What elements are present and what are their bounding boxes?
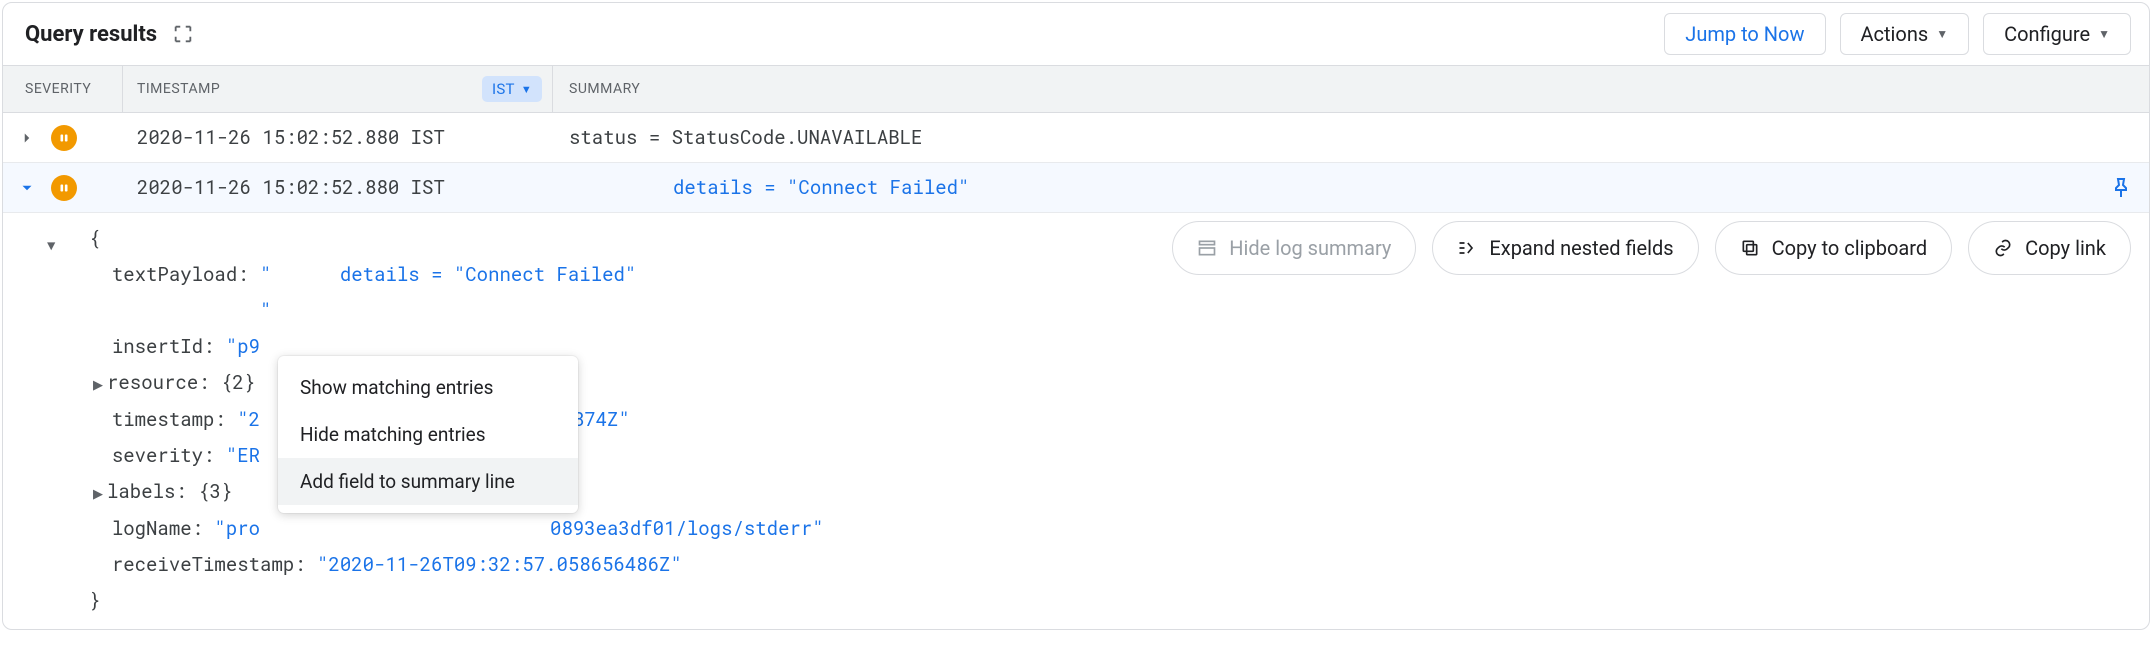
panel-title: Query results [25,22,157,47]
copy-to-clipboard-button[interactable]: Copy to clipboard [1715,221,1953,275]
chevron-down-icon: ▼ [1936,27,1948,41]
ctx-show-matching[interactable]: Show matching entries [278,364,578,411]
ctx-hide-matching[interactable]: Hide matching entries [278,411,578,458]
chevron-down-icon: ▼ [2098,27,2110,41]
col-header-severity: SEVERITY [3,66,123,112]
actions-button[interactable]: Actions▼ [1840,13,1970,55]
col-header-timestamp: TIMESTAMP IST▼ [123,66,553,112]
json-field-receiveTimestamp[interactable]: receiveTimestamp: "2020-11-26T09:32:57.0… [89,547,2149,583]
json-brace-close: } [89,583,2149,619]
topbar: Query results Jump to Now Actions▼ Confi… [3,3,2149,65]
detail-actions: Hide log summary Expand nested fields Co… [1172,221,2131,275]
chevron-down-icon: ▼ [521,83,532,96]
collapse-json-icon[interactable]: ▼ [47,227,55,263]
timezone-chip[interactable]: IST▼ [482,76,542,102]
context-menu: Show matching entries Hide matching entr… [278,356,578,513]
pin-icon[interactable] [2093,176,2149,200]
jump-to-now-button[interactable]: Jump to Now [1664,13,1825,55]
query-results-panel: Query results Jump to Now Actions▼ Confi… [2,2,2150,630]
caret-right-icon[interactable]: ▶ [89,366,107,402]
configure-button[interactable]: Configure▼ [1983,13,2131,55]
timestamp-cell: 2020-11-26 15:02:52.880 IST [123,125,553,150]
ctx-add-field-summary[interactable]: Add field to summary line [278,458,578,505]
hide-log-summary-button[interactable]: Hide log summary [1172,221,1416,275]
expand-icon[interactable] [3,129,51,147]
expand-nested-fields-button[interactable]: Expand nested fields [1432,221,1698,275]
copy-link-button[interactable]: Copy link [1968,221,2131,275]
summary-cell: status = StatusCode.UNAVAILABLE [553,125,2149,150]
col-header-summary: SUMMARY [553,66,2149,112]
collapse-icon[interactable] [3,179,51,197]
severity-cell [51,175,123,201]
fullscreen-icon[interactable] [171,22,195,46]
summary-cell: details = "Connect Failed" [553,175,2093,200]
severity-cell [51,125,123,151]
caret-right-icon[interactable]: ▶ [89,475,107,511]
severity-error-icon[interactable] [51,125,77,151]
json-field-logName[interactable]: logName: "pro0893ea3df01/logs/stderr" [89,511,2149,547]
log-row[interactable]: 2020-11-26 15:02:52.880 IST details = "C… [3,163,2149,213]
log-row[interactable]: 2020-11-26 15:02:52.880 IST status = Sta… [3,113,2149,163]
severity-error-icon[interactable] [51,175,77,201]
timestamp-cell: 2020-11-26 15:02:52.880 IST [123,175,553,200]
column-header-row: SEVERITY TIMESTAMP IST▼ SUMMARY [3,65,2149,113]
